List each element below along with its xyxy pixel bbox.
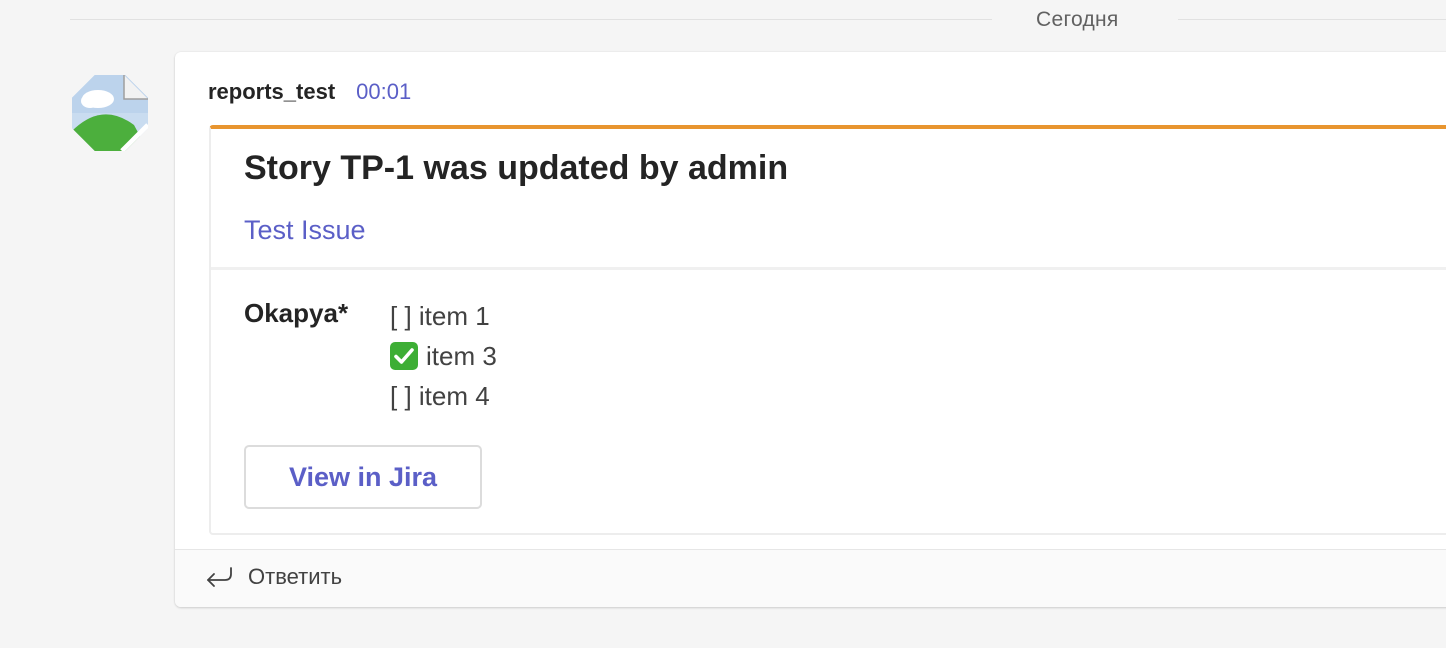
message-timestamp: 00:01 <box>356 79 412 104</box>
card-title: Story TP-1 was updated by admin <box>244 149 789 187</box>
checklist-item: [ ] item 1 <box>390 296 497 336</box>
reply-button[interactable]: Ответить <box>175 549 1446 607</box>
checklist-item-text: item 3 <box>426 341 497 371</box>
check-mark-button-icon <box>390 342 418 370</box>
checklist-item: [ ] item 4 <box>390 376 497 416</box>
checklist-item: item 3 <box>390 336 497 376</box>
reply-label: Ответить <box>248 564 343 589</box>
broken-image-icon[interactable] <box>72 75 148 151</box>
date-divider: Сегодня <box>70 0 1446 40</box>
checklist-item-text: item 1 <box>418 301 490 331</box>
checklist-item-text: item 4 <box>418 381 490 411</box>
date-divider-label: Сегодня <box>1036 8 1119 31</box>
divider-line-left <box>70 19 992 20</box>
checklist: [ ] item 1 item 3 [ ] item 4 <box>390 296 497 416</box>
issue-link[interactable]: Test Issue <box>244 215 366 246</box>
card-separator <box>211 267 1446 270</box>
fact-label: Okapya* <box>244 298 349 328</box>
reply-arrow-icon <box>207 567 232 587</box>
divider-line-right <box>1178 19 1446 20</box>
message-header: reports_test 00:01 <box>208 79 411 105</box>
message-card: reports_test 00:01 Story TP-1 was update… <box>175 52 1446 607</box>
checklist-item-prefix: [ ] <box>390 381 412 411</box>
sender-name[interactable]: reports_test <box>208 79 335 105</box>
view-in-jira-button[interactable]: View in Jira <box>244 445 482 509</box>
adaptive-card: Story TP-1 was updated by admin Test Iss… <box>209 125 1446 535</box>
checklist-item-prefix: [ ] <box>390 301 412 331</box>
